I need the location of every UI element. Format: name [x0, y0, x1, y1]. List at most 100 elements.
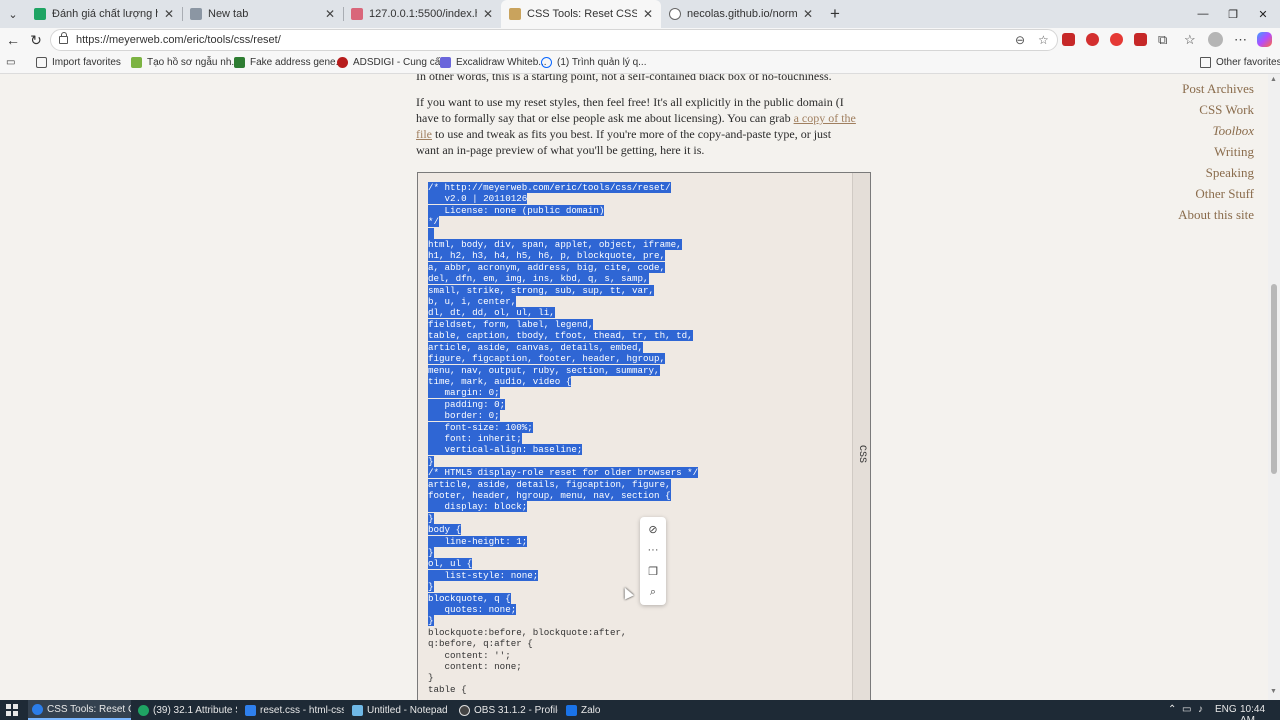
- copilot-icon[interactable]: [1257, 32, 1272, 47]
- site-navigation: Post Archives CSS Work Toolbox Writing S…: [1178, 78, 1254, 225]
- nav-toolbox[interactable]: Toolbox: [1178, 120, 1254, 141]
- back-button[interactable]: ←: [3, 30, 23, 50]
- network-icon[interactable]: ▭: [1182, 704, 1191, 715]
- tab-localhost[interactable]: 127.0.0.1:5500/index.html ✕: [343, 0, 501, 28]
- close-window-button[interactable]: ✕: [1246, 0, 1280, 28]
- nav-writing[interactable]: Writing: [1178, 141, 1254, 162]
- new-tab-button[interactable]: +: [821, 0, 849, 28]
- extensions-puzzle-icon[interactable]: ⧉: [1158, 32, 1167, 48]
- close-tab-icon[interactable]: ✕: [803, 7, 813, 21]
- profile-avatar[interactable]: [1208, 32, 1223, 47]
- tab-css-tools[interactable]: CSS Tools: Reset CSS ✕: [501, 0, 661, 28]
- task-vscode[interactable]: reset.css - html-css-js...: [241, 700, 344, 720]
- selected-code-line: /* http://meyerweb.com/eric/tools/css/re…: [428, 182, 671, 193]
- close-tab-icon[interactable]: ✕: [325, 7, 335, 21]
- task-notepad[interactable]: Untitled - Notepad: [348, 700, 451, 720]
- nav-speaking[interactable]: Speaking: [1178, 162, 1254, 183]
- selected-code-line: padding: 0;: [428, 398, 506, 410]
- bookmarks-bar: ▭ Import favorites Tạo hồ sơ ngẫu nh... …: [0, 52, 1280, 74]
- task-video[interactable]: (39) 32.1 Attribute Sel...: [134, 700, 237, 720]
- code-language-rail: [852, 173, 870, 700]
- close-tab-icon[interactable]: ✕: [164, 7, 174, 21]
- address-url: https://meyerweb.com/eric/tools/css/rese…: [76, 34, 281, 46]
- bookmark-label: Tạo hồ sơ ngẫu nh...: [147, 57, 240, 68]
- tab-new-tab[interactable]: New tab ✕: [182, 0, 343, 28]
- selected-code-line: list-style: none;: [428, 569, 539, 581]
- task-obs[interactable]: OBS 31.1.2 - Profile: U...: [455, 700, 558, 720]
- nav-other-stuff[interactable]: Other Stuff: [1178, 183, 1254, 204]
- collections-icon[interactable]: ☆: [1184, 32, 1196, 48]
- extension-icon[interactable]: [1086, 33, 1099, 46]
- bookmark-label: ADSDIGI - Cung cấ...: [353, 57, 449, 68]
- tab-normalize[interactable]: necolas.github.io/normalize.css/8. ✕: [661, 0, 821, 28]
- bookmark-adsdigi[interactable]: ADSDIGI - Cung cấ...: [337, 57, 449, 68]
- tab-actions-button[interactable]: ⌄: [0, 0, 26, 28]
- scroll-up-icon[interactable]: ▲: [1270, 76, 1277, 83]
- close-tab-icon[interactable]: ✕: [483, 7, 493, 21]
- minimize-button[interactable]: —: [1186, 0, 1220, 28]
- code-block[interactable]: /* http://meyerweb.com/eric/tools/css/re…: [417, 172, 871, 700]
- bookmark-meta[interactable]: (1) Trình quản lý q...: [541, 57, 647, 68]
- scroll-thumb[interactable]: [1271, 284, 1277, 474]
- maximize-button[interactable]: ❐: [1216, 0, 1250, 28]
- task-zalo[interactable]: Zalo: [562, 700, 622, 720]
- copy-icon[interactable]: ❐: [640, 561, 666, 581]
- selected-code-line: del, dfn, em, img, ins, kbd, q, s, samp,: [428, 273, 649, 285]
- selected-code-line: a, abbr, acronym, address, big, cite, co…: [428, 261, 666, 273]
- scroll-down-icon[interactable]: ▼: [1270, 688, 1277, 695]
- page-content: In other words, this is a starting point…: [0, 74, 1280, 700]
- sidebar-toggle-icon[interactable]: ▭: [6, 57, 15, 68]
- read-aloud-icon[interactable]: ⊖: [1015, 33, 1025, 47]
- nav-post-archives[interactable]: Post Archives: [1178, 78, 1254, 99]
- close-tab-icon[interactable]: ✕: [643, 7, 653, 21]
- more-icon[interactable]: ···: [640, 540, 666, 560]
- bookmark-fake-address[interactable]: Fake address gene...: [234, 57, 344, 68]
- favorite-star-icon[interactable]: ☆: [1038, 33, 1049, 47]
- windows-start-icon[interactable]: [6, 704, 18, 716]
- address-bar[interactable]: https://meyerweb.com/eric/tools/css/rese…: [50, 29, 1058, 51]
- refresh-button[interactable]: ↻: [26, 30, 46, 50]
- language-indicator[interactable]: ENG: [1215, 704, 1237, 715]
- task-browser[interactable]: CSS Tools: Reset CSS ...: [28, 700, 131, 720]
- task-label: OBS 31.1.2 - Profile: U...: [474, 704, 558, 716]
- bookmark-excalidraw[interactable]: Excalidraw Whiteb...: [440, 57, 547, 68]
- excalidraw-icon: [440, 57, 451, 68]
- reset-css-code[interactable]: /* http://meyerweb.com/eric/tools/css/re…: [428, 182, 699, 695]
- selected-code-line: table, caption, tbody, tfoot, thead, tr,…: [428, 330, 693, 342]
- other-favorites[interactable]: Other favorites: [1200, 57, 1280, 68]
- selected-code-line: display: block;: [428, 501, 528, 513]
- code-line: table {: [428, 683, 467, 695]
- tab-title: Đánh giá chất lượng học tập - Goo: [52, 8, 158, 20]
- edge-icon: [32, 703, 43, 715]
- bookmark-import-favorites[interactable]: Import favorites: [36, 57, 121, 68]
- tab-danh-gia[interactable]: Đánh giá chất lượng học tập - Goo ✕: [26, 0, 182, 28]
- page-scrollbar[interactable]: ▲ ▼: [1268, 74, 1280, 700]
- selected-code-line: line-height: 1;: [428, 535, 528, 547]
- lock-icon: [59, 32, 68, 44]
- import-icon: [36, 57, 47, 68]
- globe-icon: [669, 8, 681, 20]
- extension-icon[interactable]: [1110, 33, 1123, 46]
- clock[interactable]: 10:44 AM: [1240, 704, 1280, 720]
- obs-icon: [459, 704, 470, 716]
- selected-code-line: time, mark, audio, video {: [428, 375, 572, 387]
- extension-icon[interactable]: [1134, 33, 1147, 46]
- google-forms-icon: [34, 8, 46, 20]
- selected-code-line: body {: [428, 524, 462, 536]
- volume-icon[interactable]: ♪: [1198, 704, 1203, 715]
- more-menu-icon[interactable]: ⋯: [1234, 32, 1247, 48]
- nav-css-work[interactable]: CSS Work: [1178, 99, 1254, 120]
- nav-about[interactable]: About this site: [1178, 204, 1254, 225]
- selected-code-line: b, u, i, center,: [428, 296, 517, 308]
- chrome-icon: [138, 704, 149, 716]
- extension-icon[interactable]: [1062, 33, 1075, 46]
- bookmark-tao-ho-so[interactable]: Tạo hồ sơ ngẫu nh...: [131, 57, 240, 68]
- code-line: blockquote:before, blockquote:after,: [428, 626, 627, 638]
- tray-expand-icon[interactable]: ⌃: [1168, 704, 1176, 715]
- folder-icon: [1200, 57, 1211, 68]
- hide-icon[interactable]: ⊘: [640, 519, 666, 539]
- search-icon[interactable]: ⌕: [640, 582, 666, 602]
- code-line: }: [428, 672, 434, 684]
- selected-code-line: blockquote, q {: [428, 592, 511, 604]
- notepad-icon: [352, 704, 363, 716]
